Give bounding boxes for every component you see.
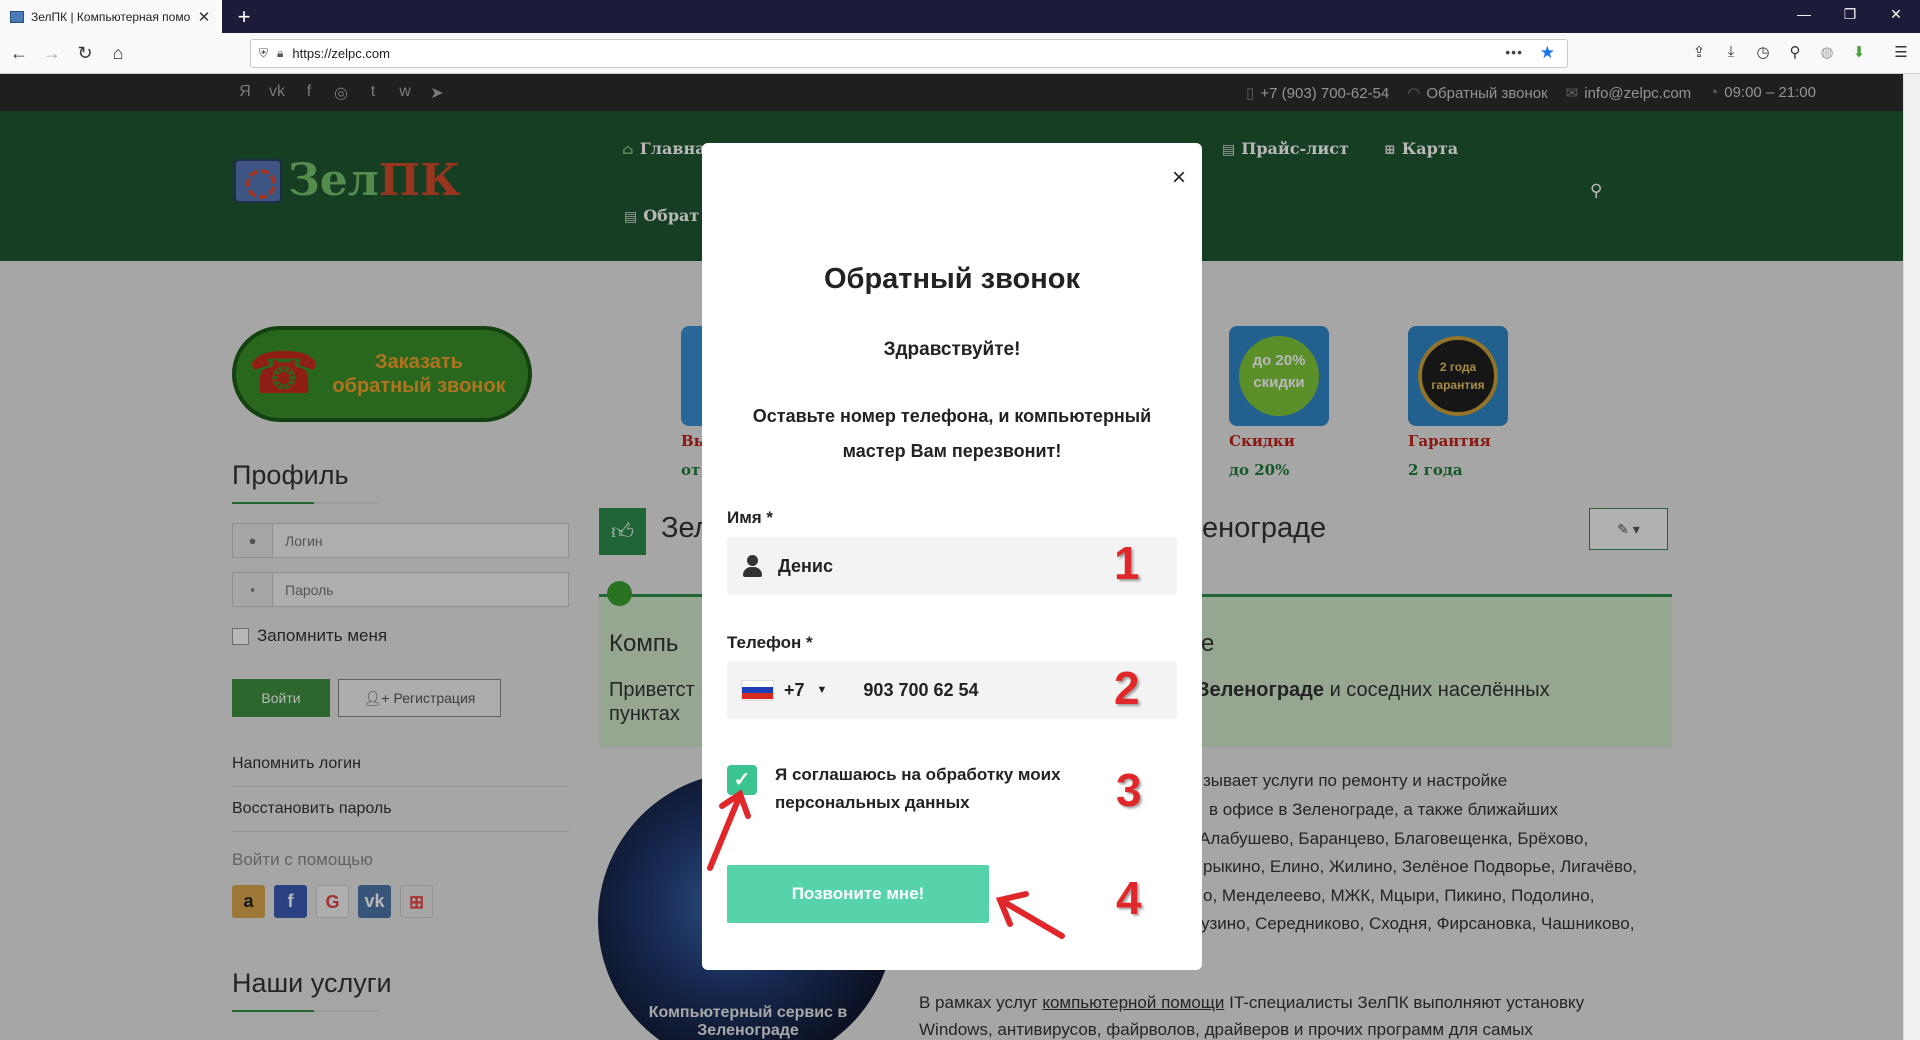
arrow-to-checkbox-icon [707,789,751,871]
arrow-to-submit-icon [995,891,1065,939]
annotation-arrows [707,789,1065,939]
